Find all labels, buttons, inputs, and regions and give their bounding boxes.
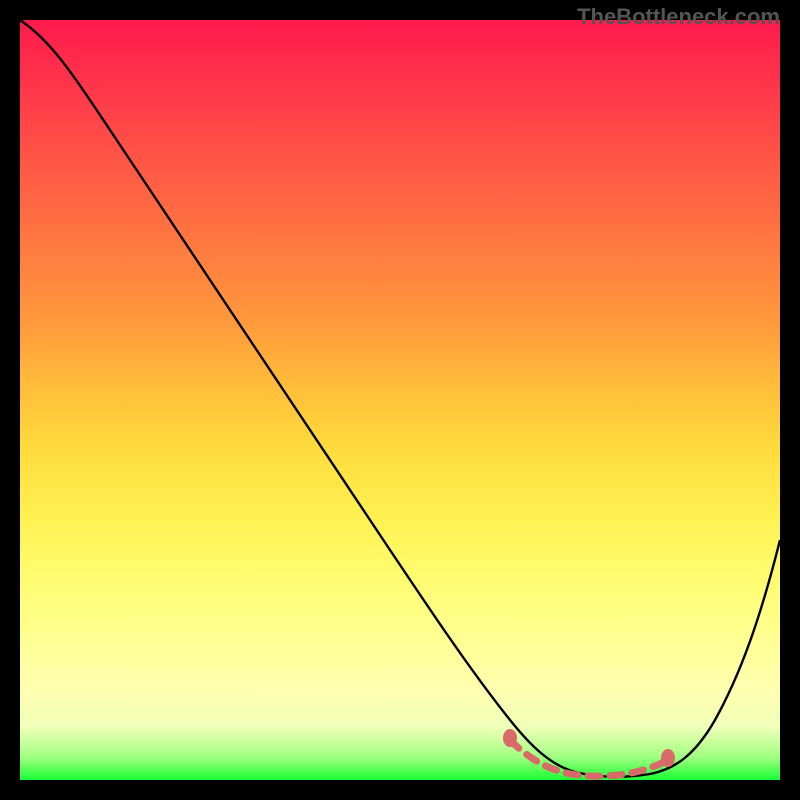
marker-start-dot <box>503 729 517 747</box>
chart-container <box>20 20 780 780</box>
curve-svg <box>20 20 780 780</box>
marker-end-dot <box>661 749 675 767</box>
bottleneck-curve <box>20 20 780 777</box>
watermark-text: TheBottleneck.com <box>577 4 780 30</box>
